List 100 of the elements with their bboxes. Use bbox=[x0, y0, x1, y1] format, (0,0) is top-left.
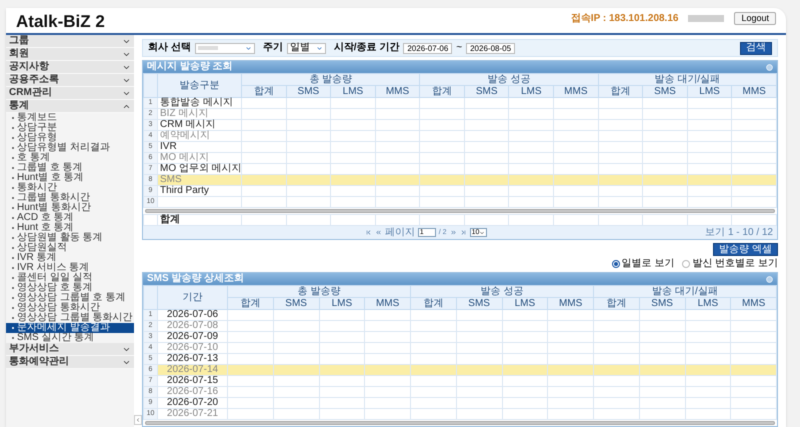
table-cell bbox=[508, 214, 554, 226]
submenu-item[interactable]: 영상상담 그룹별 통화시간 bbox=[17, 313, 133, 323]
table-cell bbox=[594, 408, 640, 420]
table-cell bbox=[273, 408, 319, 420]
header-cell: 발송 대기/실패 bbox=[594, 286, 776, 298]
table-cell bbox=[685, 408, 731, 420]
table-cell bbox=[554, 196, 598, 208]
submenu-item[interactable]: 호 통계 bbox=[17, 153, 50, 163]
submenu-item[interactable]: 통계보드 bbox=[17, 113, 57, 123]
total-label: 합계 bbox=[158, 214, 242, 226]
first-page-icon[interactable] bbox=[364, 229, 372, 236]
horizontal-scrollbar[interactable] bbox=[145, 421, 775, 425]
period-select[interactable]: 일별 bbox=[286, 42, 326, 54]
submenu-item[interactable]: 그룹별 호 통계 bbox=[17, 163, 83, 173]
table-cell bbox=[375, 196, 420, 208]
submenu-item[interactable]: IVR 서비스 통계 bbox=[17, 263, 90, 273]
collapse-icon[interactable] bbox=[766, 64, 773, 70]
page-summary: 보기 1 - 10 / 12 bbox=[705, 228, 773, 238]
header-cell: 발송 대기/실패 bbox=[598, 74, 776, 86]
table-cell bbox=[228, 408, 274, 420]
table-cell bbox=[502, 408, 548, 420]
header-cell: 총 발송량 bbox=[242, 74, 420, 86]
submenu-item[interactable]: 그룹별 통화시간 bbox=[17, 193, 90, 203]
grid-title: SMS 발송량 상세조회 bbox=[147, 274, 244, 284]
collapse-icon[interactable] bbox=[766, 276, 773, 282]
excel-button[interactable]: 발송량 엑셀 bbox=[713, 243, 778, 256]
table-cell bbox=[642, 214, 688, 226]
header-cell: 총 발송량 bbox=[228, 286, 410, 298]
table-cell bbox=[508, 196, 554, 208]
table-cell bbox=[330, 214, 376, 226]
app-title: Atalk-BiZ 2 bbox=[16, 13, 105, 30]
last-page-icon[interactable] bbox=[460, 229, 467, 236]
company-label: 회사 선택 bbox=[148, 43, 191, 53]
blurred-username bbox=[688, 15, 724, 22]
menu-item[interactable]: 공용주소록 bbox=[6, 74, 134, 87]
header-cell bbox=[144, 286, 158, 310]
submenu-item[interactable]: 영상상담 통화시간 bbox=[17, 303, 100, 313]
horizontal-scrollbar[interactable] bbox=[145, 209, 775, 213]
submenu-item[interactable]: Hunt 호 통계 bbox=[17, 223, 74, 233]
table-cell bbox=[554, 214, 598, 226]
caret-icon bbox=[479, 230, 486, 236]
menu-item[interactable]: 부가서비스 bbox=[6, 343, 134, 356]
page-label: 페이지 bbox=[384, 228, 415, 238]
table-cell bbox=[548, 408, 594, 420]
submenu-item[interactable]: SMS 실시간 통계 bbox=[17, 333, 94, 343]
table-cell: 2026-07-21 bbox=[158, 408, 228, 420]
table-cell bbox=[598, 196, 643, 208]
table-cell bbox=[687, 196, 732, 208]
submenu-item[interactable]: IVR 통계 bbox=[17, 253, 56, 263]
prev-page-icon[interactable] bbox=[374, 229, 382, 236]
submenu-item[interactable]: 상담원실적 bbox=[17, 243, 67, 253]
table-cell bbox=[730, 408, 776, 420]
table-cell bbox=[420, 214, 464, 226]
view-radio[interactable]: 일별로 보기 bbox=[612, 259, 674, 269]
submenu-item[interactable]: 상담구분 bbox=[17, 123, 57, 133]
submenu-item[interactable]: 콜센터 일일 실적 bbox=[17, 273, 93, 283]
collapse-sidebar-icon[interactable] bbox=[134, 415, 142, 425]
menu-item[interactable]: 그룹 bbox=[6, 35, 134, 48]
submenu-item[interactable]: ACD 호 통계 bbox=[17, 213, 74, 223]
header-cell bbox=[144, 74, 158, 98]
table-cell bbox=[319, 408, 365, 420]
logout-button[interactable]: Logout bbox=[734, 12, 776, 25]
table-cell bbox=[732, 214, 776, 226]
date-separator: ~ bbox=[456, 43, 462, 53]
submenu-item[interactable]: 영상상담 그룹별 호 통계 bbox=[17, 293, 126, 303]
table-cell bbox=[242, 214, 286, 226]
submenu-item[interactable]: Hunt별 호 통계 bbox=[17, 173, 84, 183]
table-cell bbox=[642, 196, 688, 208]
next-page-icon[interactable] bbox=[450, 229, 457, 236]
view-radio[interactable]: 발신 번호별로 보기 bbox=[682, 259, 778, 269]
submenu-item[interactable]: 통화시간 bbox=[17, 183, 57, 193]
submenu-item[interactable]: Hunt별 통화시간 bbox=[17, 203, 91, 213]
header-cell: 발송 성공 bbox=[420, 74, 598, 86]
table-cell bbox=[364, 408, 410, 420]
submenu-item[interactable]: 영상상담 호 통계 bbox=[17, 283, 93, 293]
table-cell bbox=[639, 408, 685, 420]
menu-item[interactable]: 통계 bbox=[6, 100, 134, 113]
menu-item[interactable]: 공지사항 bbox=[6, 61, 134, 74]
company-select[interactable] bbox=[194, 42, 255, 54]
table-cell bbox=[732, 196, 776, 208]
grid-title: 메시지 발송량 조회 bbox=[147, 62, 233, 72]
menu-item[interactable]: 통화예약관리 bbox=[6, 356, 134, 369]
table-cell bbox=[456, 408, 502, 420]
menu-item[interactable]: CRM관리 bbox=[6, 87, 134, 100]
period-label: 주기 bbox=[262, 43, 283, 53]
ip-address: 접속IP : 183.101.208.16 bbox=[570, 12, 678, 26]
header-cell: 발송 성공 bbox=[410, 286, 594, 298]
table-cell bbox=[464, 196, 509, 208]
search-button[interactable]: 검색 bbox=[740, 42, 772, 54]
date-range-label: 시작/종료 기간 bbox=[334, 43, 400, 53]
start-date-field[interactable]: 2026-07-06 bbox=[403, 42, 452, 54]
submenu-item[interactable]: 상담원별 활동 통계 bbox=[17, 233, 103, 243]
menu-item[interactable]: 회원 bbox=[6, 48, 134, 61]
end-date-field[interactable]: 2026-08-05 bbox=[466, 42, 516, 54]
table-cell bbox=[420, 196, 464, 208]
submenu-item[interactable]: 상담유형별 처리결과 bbox=[17, 143, 110, 153]
table-cell bbox=[242, 196, 286, 208]
submenu-item[interactable]: 상담유형 bbox=[17, 133, 57, 143]
table-cell bbox=[410, 408, 456, 420]
table-cell bbox=[286, 196, 331, 208]
